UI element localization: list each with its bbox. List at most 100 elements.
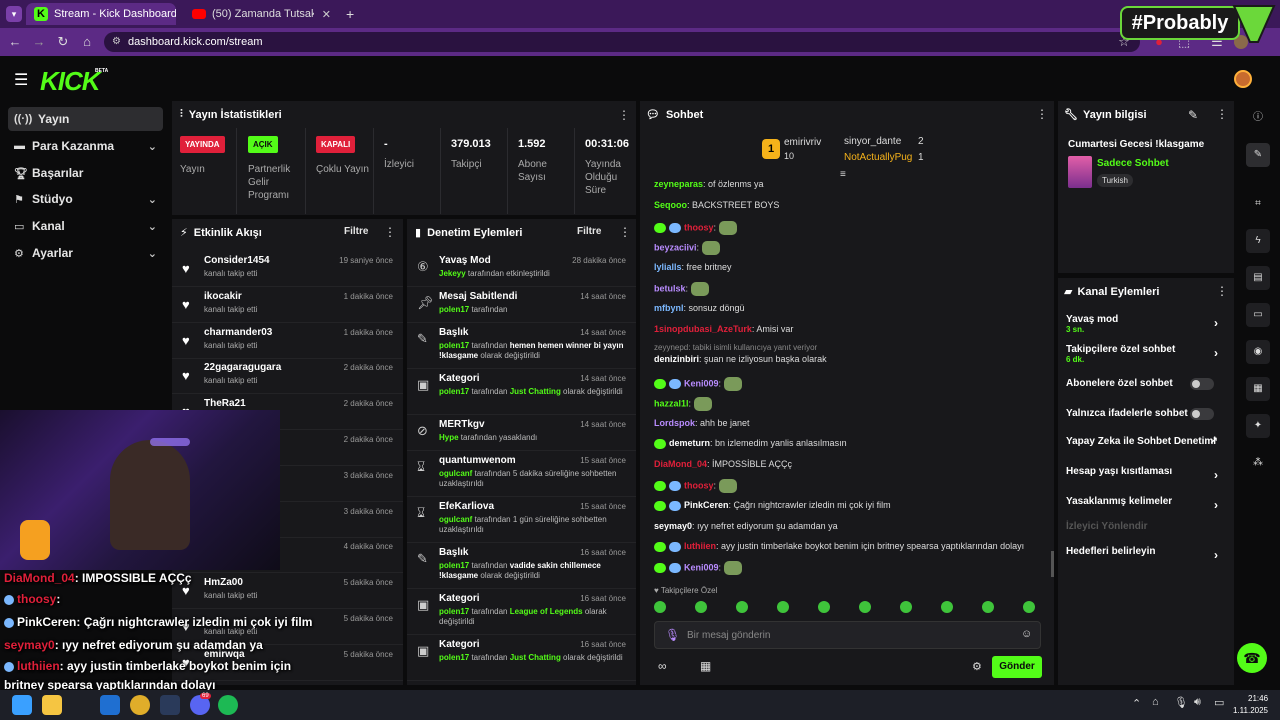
chat-username[interactable]: thoosy <box>684 480 714 490</box>
network-icon[interactable]: ⌂ <box>1152 696 1159 708</box>
chat-message[interactable]: zeyneparas: of özlenms ya <box>654 179 764 189</box>
moderator-name[interactable]: polen17 <box>439 341 469 350</box>
reload-icon[interactable]: ↻ <box>54 33 72 51</box>
moderator-name[interactable]: ogulcanf <box>439 469 472 478</box>
chat-message[interactable]: Keni009: <box>654 377 742 391</box>
activity-row[interactable]: ♥ Consider1454 kanalı takip etti 19 saniye … <box>172 251 403 287</box>
microphone-icon[interactable]: 🎙︎ <box>665 628 680 642</box>
taskbar-time[interactable]: 21:46 <box>1248 694 1268 703</box>
emote-button-icon[interactable] <box>859 601 871 613</box>
moderation-row[interactable]: ⑥ Yavaş Mod 28 dakika önce Jekeyy tarafında… <box>407 251 636 287</box>
stream-info-more-icon[interactable]: ⋮ <box>1216 107 1228 121</box>
moderation-row[interactable]: ✎ Başlık 16 saat önce polen17 tarafından va… <box>407 543 636 589</box>
windows-start-icon[interactable] <box>12 695 32 715</box>
sidebar-item-studyo[interactable]: ⚑ Stüdyo ⌄ <box>8 187 163 211</box>
chat-username[interactable]: hazzal1l <box>654 398 689 408</box>
activity-filter-button[interactable]: Filtre <box>344 226 368 237</box>
system-tray-chevron-icon[interactable]: ⌃ <box>1132 697 1141 710</box>
stats-more-icon[interactable]: ⋮ <box>618 108 630 122</box>
chat-message[interactable]: Seqooo: BACKSTREET BOYS <box>654 200 779 210</box>
volume-icon[interactable]: 🔊︎ <box>1194 696 1201 709</box>
moderator-name[interactable]: Jekeyy <box>439 269 466 278</box>
url-field[interactable]: ⚙ dashboard.kick.com/stream <box>104 32 1140 52</box>
emote-button-icon[interactable] <box>777 601 789 613</box>
chat-message[interactable]: mfbynl: sonsuz döngü <box>654 303 745 313</box>
send-button[interactable]: Gönder <box>992 656 1042 678</box>
document-icon[interactable]: ▤ <box>1246 266 1270 290</box>
chat-username[interactable]: Seqooo <box>654 200 687 210</box>
moderator-name[interactable]: polen17 <box>439 561 469 570</box>
apps-icon[interactable]: ⁂ <box>1246 451 1270 475</box>
moderator-name[interactable]: polen17 <box>439 653 469 662</box>
tools-icon[interactable]: ✦ <box>1246 414 1270 438</box>
toggle-switch[interactable] <box>1190 408 1214 420</box>
lightning-icon[interactable]: ϟ <box>1246 229 1270 253</box>
chat-message[interactable]: thoosy: <box>654 221 737 235</box>
chat-username[interactable]: denizinbiri <box>654 354 699 364</box>
menu-icon[interactable]: ☰ <box>14 70 28 90</box>
activity-row[interactable]: ♥ charmander03 kanalı takip etti 1 dakika ö… <box>172 323 403 359</box>
file-explorer-icon[interactable] <box>42 695 62 715</box>
moderation-row[interactable]: ⌛︎ quantumwenom 15 saat önce ogulcanf taraf… <box>407 451 636 497</box>
chat-username[interactable]: demeturn <box>669 438 710 448</box>
moderator-name[interactable]: polen17 <box>439 387 469 396</box>
taskbar-date[interactable]: 1.11.2025 <box>1233 706 1268 715</box>
channel-action-item[interactable]: Yasaklanmış kelimeler › <box>1066 496 1226 522</box>
chat-settings-icon[interactable]: ⚙ <box>972 660 982 673</box>
chat-message[interactable]: lylialls: free britney <box>654 262 732 272</box>
activity-row[interactable]: ♥ ikocakir kanalı takip etti 1 dakika önce <box>172 287 403 323</box>
chat-username[interactable]: seymay0 <box>654 521 692 531</box>
chat-message[interactable]: beyzaciivi: <box>654 241 720 255</box>
chrome-icon[interactable] <box>130 695 150 715</box>
channel-action-item[interactable]: Hedefleri belirleyin › <box>1066 546 1226 572</box>
home-icon[interactable]: ⌂ <box>78 33 96 51</box>
sidebar-item-yayin[interactable]: ((·)) Yayın <box>8 107 163 131</box>
moderation-row[interactable]: ⊘ MERTkgv 14 saat önce Hype tarafından yasa… <box>407 415 636 451</box>
steam-icon[interactable] <box>160 695 180 715</box>
chat-message[interactable]: denizinbiri: şuan ne izliyosun başka ola… <box>654 354 827 364</box>
moderation-row[interactable]: 📌︎ Mesaj Sabitlendi 14 saat önce polen17 ta… <box>407 287 636 323</box>
chat-username[interactable]: luthiien <box>684 541 716 551</box>
support-button[interactable]: ☎ <box>1237 643 1267 673</box>
moderation-filter-button[interactable]: Filtre <box>577 226 601 237</box>
chat-message[interactable]: seymay0: ıyy nefret ediyorum şu adamdan … <box>654 521 838 531</box>
battery-icon[interactable]: ▭ <box>1214 696 1224 709</box>
sidebar-item-para-kazanma[interactable]: ▬ Para Kazanma ⌄ <box>8 134 163 158</box>
chat-username[interactable]: betulsk <box>654 283 686 293</box>
scan-icon[interactable]: ⌗ <box>1246 192 1270 216</box>
moderator-name[interactable]: ogulcanf <box>439 515 472 524</box>
site-info-icon[interactable]: ⚙ <box>112 32 121 52</box>
chat-username[interactable]: 1sinopdubasi_AzeTurk <box>654 324 752 334</box>
activity-row[interactable]: ♥ 22gagaragugara kanalı takip etti 2 dakika… <box>172 358 403 395</box>
sidebar-item-ayarlar[interactable]: ⚙ Ayarlar ⌄ <box>8 241 163 265</box>
channel-action-item[interactable]: Yalnızca ifadelerle sohbet <box>1066 408 1226 434</box>
chat-bubble-icon[interactable]: ▭ <box>1246 303 1270 327</box>
settings-links-icon[interactable]: ∞ <box>658 659 667 673</box>
chat-username[interactable]: Keni009 <box>684 562 719 572</box>
edit-stream-info-icon[interactable]: ✎ <box>1188 108 1198 122</box>
chat-username[interactable]: Lordspok <box>654 418 695 428</box>
emote-button-icon[interactable] <box>736 601 748 613</box>
chat-scrollbar[interactable] <box>1051 551 1054 577</box>
chat-message[interactable]: hazzal1l: <box>654 397 712 411</box>
channel-action-item[interactable]: Hesap yaşı kısıtlaması › <box>1066 466 1226 492</box>
moderation-more-icon[interactable]: ⋮ <box>619 225 631 239</box>
moderator-name[interactable]: polen17 <box>439 305 469 314</box>
moderation-row[interactable]: ▣ Kategori 16 saat önce polen17 tarafından … <box>407 589 636 635</box>
chat-message[interactable]: 1sinopdubasi_AzeTurk: Amisi var <box>654 324 793 334</box>
chat-username[interactable]: lylialls <box>654 262 682 272</box>
chat-username[interactable]: zeyneparas <box>654 179 703 189</box>
emoji-icon[interactable]: ☺ <box>1021 628 1032 640</box>
channel-action-item[interactable]: Abonelere özel sohbet <box>1066 378 1226 404</box>
chat-message[interactable]: luthiien: ayy justin timberlake boykot b… <box>654 541 1024 552</box>
emote-button-icon[interactable] <box>654 601 666 613</box>
spotify-icon[interactable] <box>218 695 238 715</box>
chat-username[interactable]: DiaMond_04 <box>654 459 707 469</box>
emote-button-icon[interactable] <box>982 601 994 613</box>
emote-button-icon[interactable] <box>818 601 830 613</box>
layout-icon[interactable]: ▦ <box>1246 377 1270 401</box>
toggle-switch[interactable] <box>1190 378 1214 390</box>
moderation-row[interactable]: ▣ Kategori 14 saat önce polen17 tarafından … <box>407 369 636 415</box>
moderator-name[interactable]: polen17 <box>439 607 469 616</box>
moderation-row[interactable]: ▣ Kategori 16 saat önce polen17 tarafından … <box>407 635 636 681</box>
